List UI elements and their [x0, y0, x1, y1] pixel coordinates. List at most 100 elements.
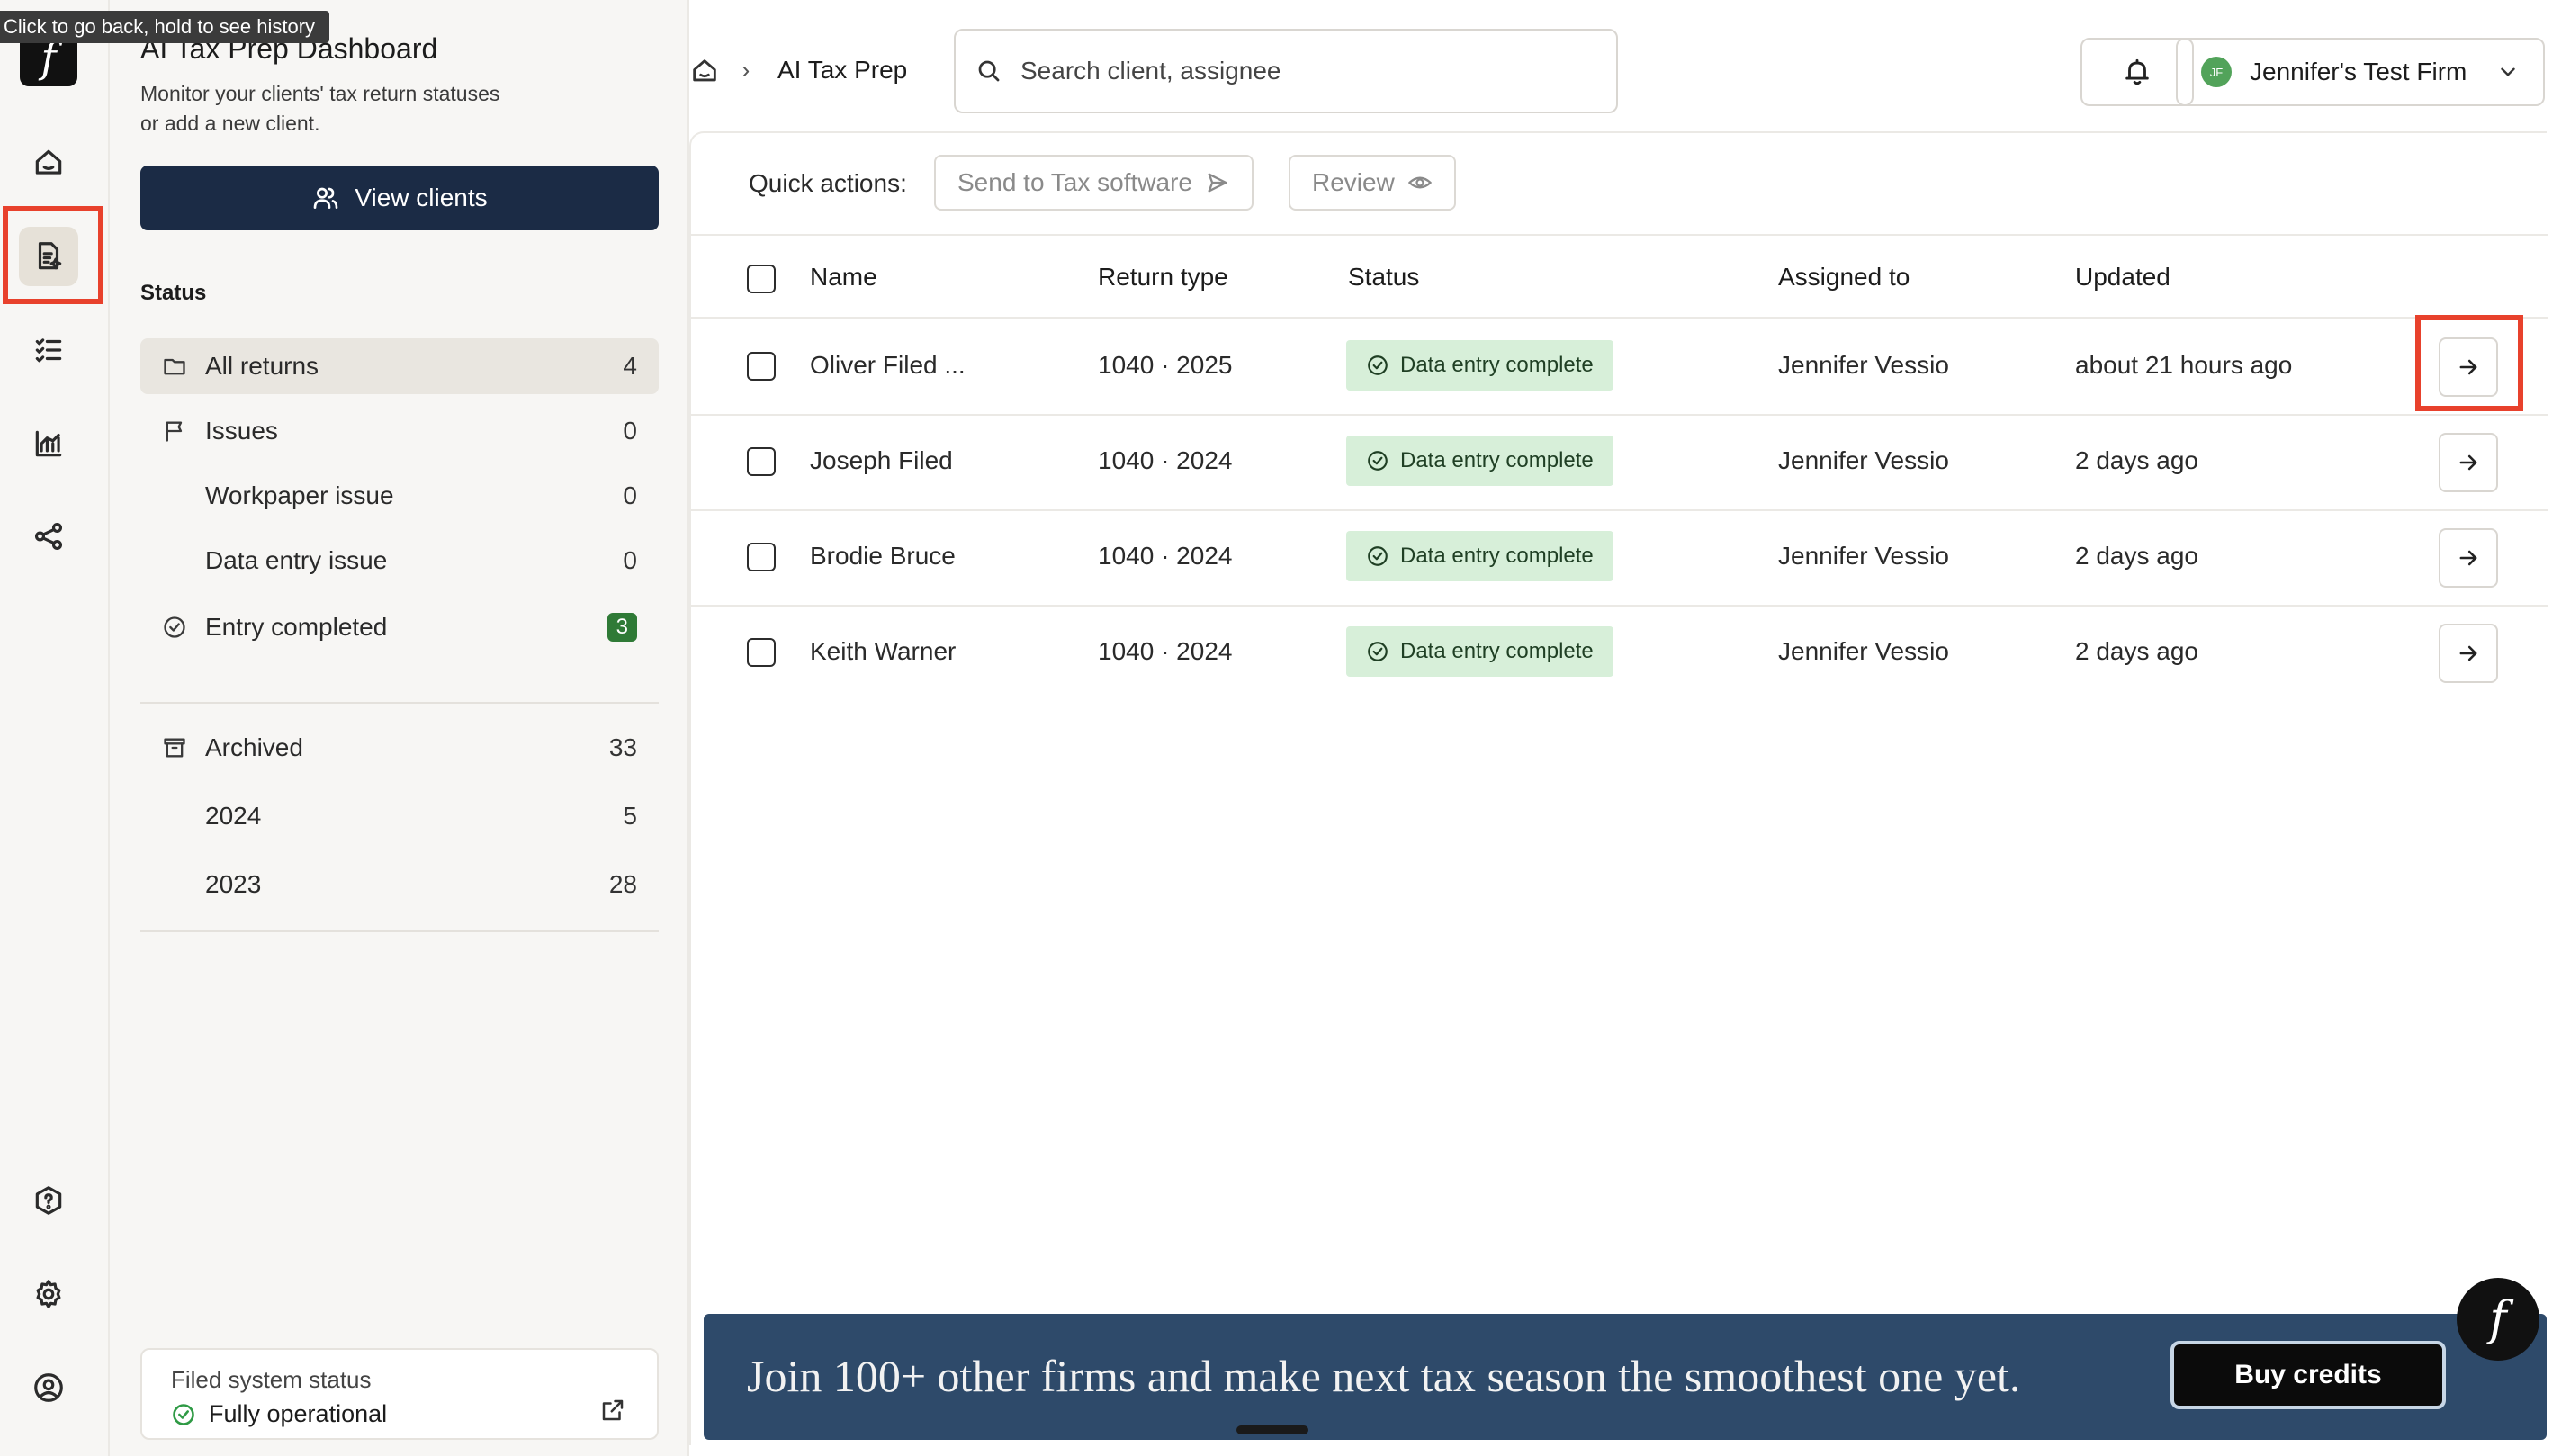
promo-text: Join 100+ other firms and make next tax … [747, 1351, 2021, 1401]
updated-time: 2 days ago [2075, 446, 2198, 474]
row-checkbox[interactable] [747, 352, 776, 381]
table-row[interactable]: Keith Warner 1040 · 2024 Data entry comp… [691, 605, 2548, 700]
rail-tax-prep-button[interactable] [19, 227, 78, 286]
filter-archived-2023[interactable]: 2023 28 [140, 857, 659, 912]
review-button[interactable]: Review [1289, 155, 1456, 211]
assignee: Jennifer Vessio [1778, 637, 1949, 665]
breadcrumb-chevron-icon: › [741, 56, 750, 84]
column-header-return-type[interactable]: Return type [1098, 263, 1228, 292]
filter-label: Archived [205, 733, 303, 761]
row-checkbox[interactable] [747, 543, 776, 571]
breadcrumb-current[interactable]: AI Tax Prep [777, 56, 907, 85]
banner-drag-handle[interactable] [1236, 1425, 1308, 1434]
external-link-icon [602, 1399, 624, 1421]
filter-issues[interactable]: Issues 0 [140, 403, 659, 459]
checklist-icon [35, 338, 62, 363]
row-checkbox[interactable] [747, 447, 776, 476]
check-circle-icon [1368, 546, 1388, 566]
firm-switcher[interactable]: JF Jennifer's Test Firm [2176, 38, 2545, 106]
filter-count: 0 [623, 546, 637, 574]
filter-count: 33 [608, 733, 637, 761]
status-panel: AI Tax Prep Dashboard Monitor your clien… [110, 0, 689, 1456]
external-link-button[interactable] [599, 1397, 626, 1428]
row-checkbox[interactable] [747, 638, 776, 667]
assignee: Jennifer Vessio [1778, 351, 1949, 379]
filter-label: Data entry issue [205, 546, 388, 574]
table-row[interactable]: Brodie Bruce 1040 · 2024 Data entry comp… [691, 509, 2548, 605]
review-label: Review [1312, 168, 1395, 196]
filter-all-returns[interactable]: All returns 4 [140, 338, 659, 394]
filter-data-entry-issue[interactable]: Data entry issue 0 [140, 533, 659, 589]
check-circle-icon [1368, 355, 1388, 375]
open-return-button[interactable] [2439, 433, 2498, 492]
filter-label: Workpaper issue [205, 481, 394, 509]
system-status-card[interactable]: Filed system status Fully operational [140, 1348, 659, 1440]
arrow-right-icon [2459, 550, 2477, 566]
rail-analytics-button[interactable] [19, 414, 78, 473]
search-box[interactable] [954, 29, 1618, 113]
firm-avatar: JF [2201, 57, 2232, 87]
table-row[interactable]: Joseph Filed 1040 · 2024 Data entry comp… [691, 414, 2548, 509]
check-circle-icon [164, 616, 185, 638]
search-input[interactable] [1020, 57, 1578, 85]
filter-count: 5 [623, 802, 637, 830]
table-row[interactable]: Oliver Filed ... 1040 · 2025 Data entry … [691, 319, 2548, 414]
filter-entry-completed[interactable]: Entry completed 3 [140, 599, 659, 655]
page-subtitle: Monitor your clients' tax return statuse… [140, 82, 500, 135]
assignee: Jennifer Vessio [1778, 446, 1949, 474]
status-badge: Data entry complete [1346, 531, 1613, 581]
returns-table-card: Quick actions: Send to Tax software Revi… [689, 131, 2548, 1445]
filed-assistant-button[interactable]: f [2457, 1278, 2539, 1361]
view-clients-button[interactable]: View clients [140, 166, 659, 230]
breadcrumb-home[interactable] [689, 56, 720, 91]
buy-credits-button[interactable]: Buy credits [2170, 1341, 2446, 1409]
quick-actions-label: Quick actions: [749, 169, 907, 197]
arrow-right-icon [2459, 359, 2477, 375]
chevron-down-icon [2501, 67, 2515, 76]
status-section-label: Status [140, 281, 207, 305]
open-return-button[interactable] [2439, 624, 2498, 683]
column-header-status[interactable]: Status [1348, 263, 1419, 292]
system-status-value-row: Fully operational [171, 1400, 387, 1428]
updated-time: about 21 hours ago [2075, 351, 2293, 379]
filter-label: 2024 [205, 802, 262, 830]
open-return-button[interactable] [2439, 337, 2498, 397]
rail-share-button[interactable] [19, 507, 78, 566]
column-header-assigned-to[interactable]: Assigned to [1778, 263, 1910, 292]
view-clients-label: View clients [355, 184, 488, 211]
section-divider [140, 930, 659, 932]
share-icon [34, 522, 63, 551]
filter-workpaper-issue[interactable]: Workpaper issue 0 [140, 468, 659, 524]
rail-account-button[interactable] [19, 1358, 78, 1417]
open-return-button[interactable] [2439, 528, 2498, 588]
rail-help-button[interactable] [19, 1171, 78, 1230]
status-badge: Data entry complete [1346, 436, 1613, 486]
folder-icon [164, 358, 185, 375]
filter-count: 0 [623, 417, 637, 445]
send-icon [1208, 173, 1227, 193]
section-divider [140, 702, 659, 704]
arrow-right-icon [2459, 645, 2477, 661]
icon-rail: f [0, 0, 110, 1456]
status-badge: Data entry complete [1346, 340, 1613, 391]
eye-icon [1407, 176, 1432, 189]
bell-icon [2125, 58, 2149, 85]
updated-time: 2 days ago [2075, 637, 2198, 665]
status-text: Data entry complete [1400, 448, 1594, 472]
filter-label: Entry completed [205, 613, 388, 641]
promo-banner: Join 100+ other firms and make next tax … [704, 1314, 2547, 1440]
filter-archived-2024[interactable]: 2024 5 [140, 788, 659, 844]
send-to-tax-software-button[interactable]: Send to Tax software [934, 155, 1254, 211]
tax-document-icon [38, 242, 62, 270]
filter-archived[interactable]: Archived 33 [140, 720, 659, 776]
client-name: Joseph Filed [810, 446, 953, 474]
column-header-name[interactable]: Name [810, 263, 877, 292]
rail-home-button[interactable] [19, 133, 78, 193]
rail-settings-button[interactable] [19, 1264, 78, 1324]
column-header-updated[interactable]: Updated [2075, 263, 2170, 292]
home-icon [35, 149, 62, 175]
check-circle-icon [1368, 642, 1388, 661]
select-all-checkbox[interactable] [747, 265, 776, 293]
status-text: Data entry complete [1400, 639, 1594, 663]
rail-tasks-button[interactable] [19, 320, 78, 380]
